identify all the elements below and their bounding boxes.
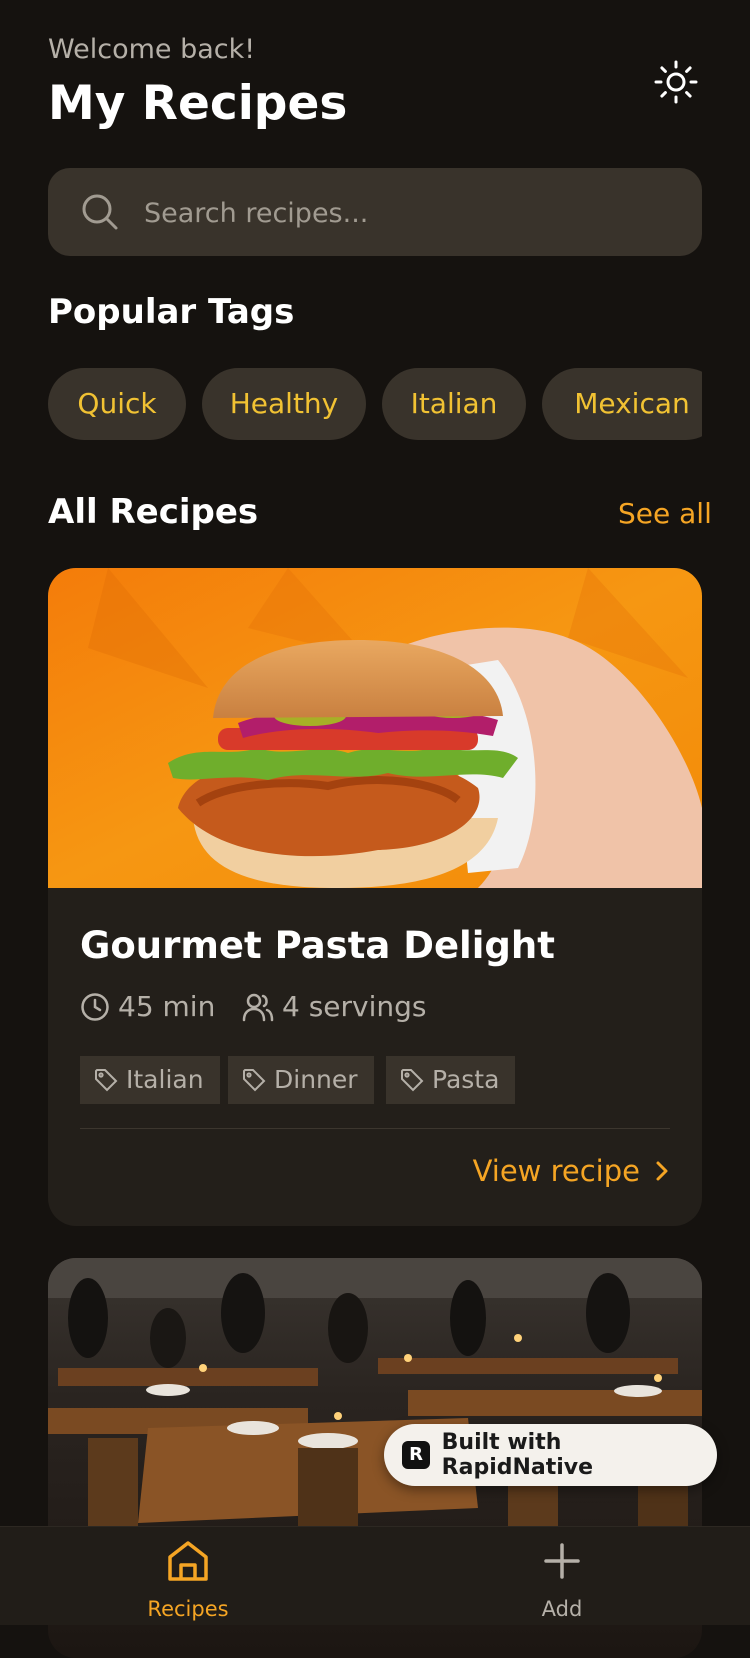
recipe-tag-label: Italian — [126, 1065, 204, 1094]
home-icon — [168, 1541, 208, 1581]
search-icon — [82, 194, 118, 230]
tab-add[interactable]: Add — [462, 1527, 662, 1625]
clock-icon — [81, 992, 109, 1021]
badge-label: Built with RapidNative — [441, 1430, 594, 1480]
chevron-right-icon — [656, 1161, 668, 1181]
recipe-tag-label: Dinner — [274, 1065, 358, 1094]
theme-toggle-button[interactable] — [652, 58, 700, 106]
recipe-tag-label: Pasta — [432, 1065, 500, 1094]
recipe-title: Gourmet Pasta Delight — [80, 924, 555, 967]
all-recipes-heading: All Recipes — [48, 492, 259, 532]
search-bar[interactable] — [48, 168, 702, 256]
recipe-tag-pasta[interactable]: Pasta — [386, 1056, 516, 1104]
see-all-link[interactable]: See all — [618, 497, 712, 530]
tab-recipes[interactable]: Recipes — [88, 1527, 288, 1625]
tag-italian[interactable]: Italian — [382, 368, 526, 440]
view-recipe-button[interactable]: View recipe — [473, 1154, 670, 1188]
rapidnative-logo-icon: R — [402, 1441, 430, 1469]
search-input[interactable] — [142, 190, 666, 236]
recipe-time: 45 min — [80, 990, 215, 1023]
tag-mexican[interactable]: Mexican — [542, 368, 702, 440]
view-recipe-label: View recipe — [472, 1154, 640, 1188]
bottom-tab-bar: Recipes Add — [0, 1526, 750, 1625]
sun-icon — [654, 60, 698, 104]
tag-icon — [243, 1069, 266, 1092]
recipe-tag-italian[interactable]: Italian — [80, 1056, 220, 1104]
recipe-image — [48, 568, 702, 888]
built-with-badge[interactable]: R Built with RapidNative — [384, 1424, 717, 1486]
popular-tags-heading: Popular Tags — [48, 292, 295, 332]
tab-recipes-label: Recipes — [147, 1597, 229, 1621]
popular-tags-list: Quick Healthy Italian Mexican — [48, 368, 702, 440]
recipe-time-text: 45 min — [118, 990, 216, 1023]
tag-icon — [401, 1069, 424, 1092]
tab-add-label: Add — [541, 1597, 583, 1621]
recipe-servings-text: 4 servings — [282, 990, 427, 1023]
plus-icon — [544, 1543, 580, 1579]
tag-quick[interactable]: Quick — [48, 368, 186, 440]
tag-healthy[interactable]: Healthy — [202, 368, 366, 440]
welcome-text: Welcome back! — [48, 34, 256, 65]
card-divider — [80, 1128, 670, 1129]
page-title: My Recipes — [48, 76, 348, 131]
recipe-card[interactable]: Gourmet Pasta Delight 45 min 4 servings … — [48, 568, 702, 1226]
recipe-servings: 4 servings — [242, 990, 427, 1023]
tag-icon — [95, 1069, 118, 1092]
users-icon — [242, 993, 274, 1021]
recipe-tag-dinner[interactable]: Dinner — [228, 1056, 374, 1104]
